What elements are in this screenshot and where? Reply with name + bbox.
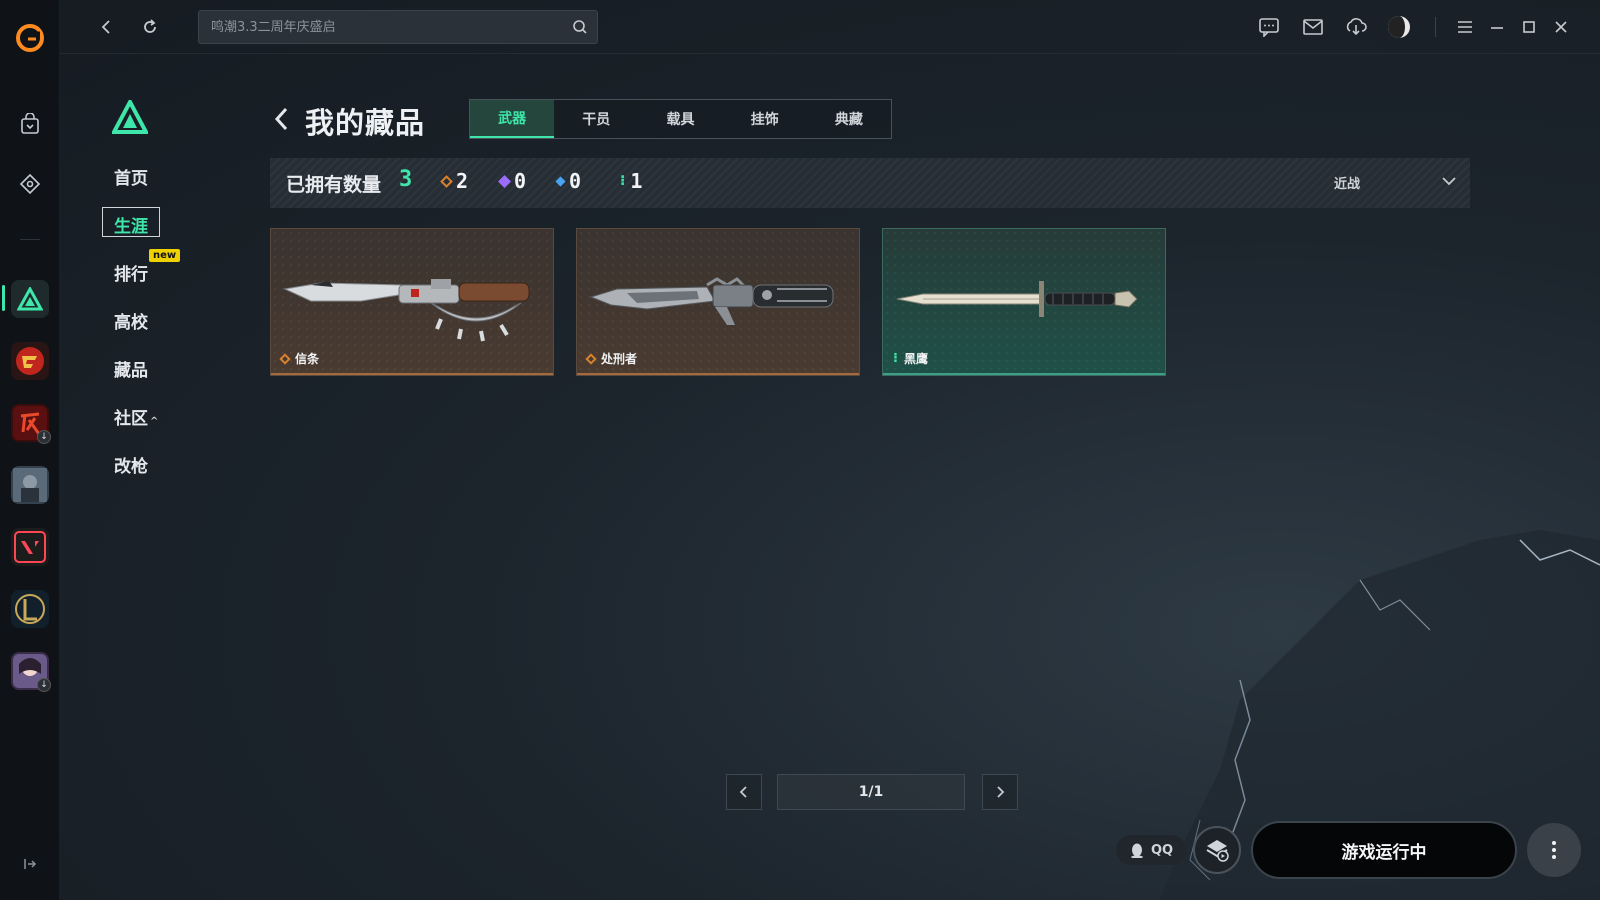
game-delta-icon[interactable] — [11, 280, 49, 318]
orange-rarity-icon — [585, 352, 597, 365]
next-page-button[interactable] — [982, 774, 1018, 810]
page-indicator[interactable]: 1/1 — [777, 774, 965, 810]
nav-item-home[interactable]: 首页 — [114, 164, 148, 189]
green-rarity-icon: ⁝ — [893, 351, 898, 366]
more-options-button[interactable] — [1527, 823, 1581, 877]
purple-rarity-icon — [498, 174, 511, 188]
game-league-icon[interactable] — [11, 590, 49, 628]
category-tabs: 武器 干员 载具 挂饰 典藏 — [469, 99, 892, 139]
minimize-icon[interactable] — [1484, 14, 1510, 40]
prev-page-button[interactable] — [726, 774, 762, 810]
chat-icon[interactable] — [1256, 14, 1282, 40]
orange-rarity-icon — [440, 174, 453, 188]
close-icon[interactable] — [1548, 14, 1574, 40]
tab-collectibles[interactable]: 典藏 — [807, 100, 891, 138]
ownership-stats-bar: 已拥有数量 3 2 0 0 ⁝ 1 近战 — [270, 158, 1470, 208]
knife-blackhawk-image — [896, 281, 1138, 317]
tab-operators[interactable]: 干员 — [554, 100, 638, 138]
card-title: 处刑者 — [601, 352, 638, 366]
card-label: ⁝ 黑鹰 — [893, 350, 928, 367]
topbar-divider — [1435, 17, 1436, 37]
gift-tag-icon[interactable] — [10, 164, 50, 204]
rail-divider — [20, 239, 40, 240]
nav-item-school[interactable]: 高校 — [114, 308, 148, 333]
collapse-sidebar-icon[interactable] — [18, 852, 42, 876]
tab-vehicles[interactable]: 载具 — [638, 100, 722, 138]
chevron-left-icon — [739, 786, 747, 798]
top-bar — [60, 0, 1600, 54]
search-icon[interactable] — [563, 10, 597, 44]
game-calligraphy-icon[interactable]: ↓ — [11, 404, 51, 444]
app-rail: ↓ ↓ — [0, 0, 60, 900]
delta-game-logo-icon — [110, 97, 150, 134]
qq-label: QQ — [1150, 842, 1174, 858]
download-badge-icon: ↓ — [37, 430, 51, 444]
tier-purple-count: 0 — [498, 169, 527, 193]
store-bag-icon[interactable] — [10, 104, 50, 144]
card-title: 信条 — [295, 352, 320, 366]
green-rarity-icon: ⁝ — [620, 173, 626, 189]
collection-card[interactable]: 信条 — [270, 228, 554, 376]
accelerator-button[interactable] — [1193, 826, 1241, 874]
user-avatar-icon[interactable] — [1386, 14, 1412, 40]
game-crossfire-icon[interactable] — [11, 342, 49, 380]
maximize-icon[interactable] — [1516, 14, 1542, 40]
game-valorant-icon[interactable] — [11, 528, 49, 566]
chevron-down-icon[interactable] — [1440, 172, 1458, 190]
nav-item-community[interactable]: 社区 ^ — [114, 404, 158, 429]
blue-rarity-icon — [555, 176, 566, 186]
qq-penguin-icon — [1130, 843, 1143, 858]
active-game-indicator — [2, 285, 5, 311]
owned-count-label: 已拥有数量 — [286, 174, 382, 196]
game-running-button[interactable]: 游戏运行中 — [1251, 821, 1517, 879]
back-icon[interactable] — [93, 14, 119, 40]
orange-rarity-icon — [279, 352, 291, 365]
card-label: 信条 — [279, 350, 320, 367]
nav-item-gunsmith[interactable]: 改枪 — [114, 452, 148, 477]
qq-login-button[interactable]: QQ — [1116, 835, 1186, 865]
refresh-icon[interactable] — [137, 14, 163, 40]
collection-card[interactable]: ⁝ 黑鹰 — [882, 228, 1166, 376]
menu-icon[interactable] — [1452, 14, 1478, 40]
game-anime-icon[interactable]: ↓ — [11, 652, 51, 692]
tier-count-value: 0 — [569, 169, 582, 193]
collection-card[interactable]: 处刑者 — [576, 228, 860, 376]
tier-count-value: 1 — [630, 169, 643, 193]
search-input[interactable] — [199, 11, 563, 43]
knife-creed-image — [283, 279, 530, 342]
layers-icon — [1206, 840, 1229, 862]
tab-charms[interactable]: 挂饰 — [723, 100, 807, 138]
page-back-icon[interactable] — [272, 104, 292, 134]
card-label: 处刑者 — [585, 350, 638, 367]
tab-weapons[interactable]: 武器 — [470, 100, 555, 138]
chevron-right-icon — [997, 786, 1005, 798]
owned-count-total: 3 — [399, 167, 413, 192]
download-icon[interactable] — [1343, 14, 1369, 40]
nav-item-ranking[interactable]: 排行 — [114, 260, 148, 285]
category-filter-dropdown[interactable]: 近战 — [1334, 173, 1360, 192]
nav-item-collection[interactable]: 藏品 — [114, 356, 148, 381]
caret-up-icon: ^ — [150, 416, 159, 427]
new-badge: new — [149, 249, 181, 262]
nav-item-career[interactable]: 生涯 — [114, 212, 148, 237]
tier-green-count: ⁝ 1 — [620, 169, 642, 193]
launcher-logo-icon[interactable] — [14, 22, 46, 54]
page-title: 我的藏品 — [305, 106, 426, 140]
more-dots-icon — [1552, 841, 1556, 859]
knife-executioner-image — [589, 277, 834, 325]
download-badge-icon: ↓ — [37, 678, 51, 692]
tier-count-value: 0 — [514, 169, 527, 193]
tier-blue-count: 0 — [555, 169, 582, 193]
search-bar — [198, 10, 598, 44]
game-soldier-icon[interactable] — [11, 466, 49, 504]
card-title: 黑鹰 — [903, 352, 928, 366]
tier-count-value: 2 — [456, 169, 469, 193]
tier-orange-count: 2 — [440, 169, 469, 193]
nav-item-community-label: 社区 — [114, 409, 148, 429]
mail-icon[interactable] — [1300, 14, 1326, 40]
